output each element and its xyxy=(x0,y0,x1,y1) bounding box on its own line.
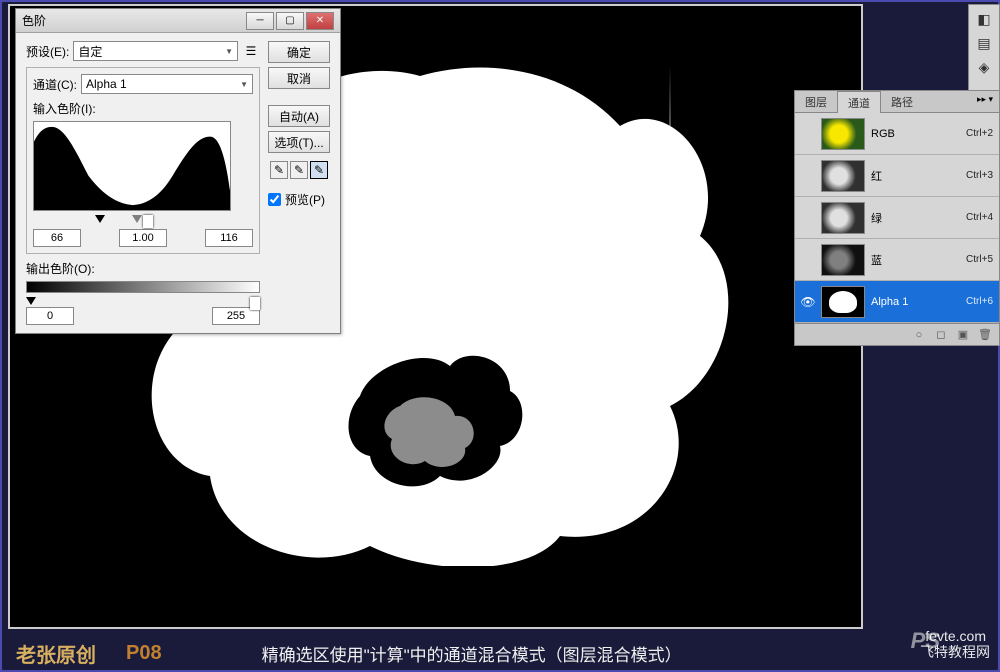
channel-name: 绿 xyxy=(871,210,960,226)
caption-description: 精确选区使用"计算"中的通道混合模式（图层混合模式） xyxy=(262,641,682,666)
channel-label: 通道(C): xyxy=(33,76,77,93)
right-dock-rail: ◧ ▤ ◈ xyxy=(968,4,1000,94)
save-selection-icon[interactable]: ◻ xyxy=(933,327,949,343)
caption-bar: 老张原创 P08 精确选区使用"计算"中的通道混合模式（图层混合模式） xyxy=(0,634,1000,672)
channels-panel: 图层 通道 路径 ▸▸ ▾ RGB Ctrl+2 红 Ctrl+3 绿 Ctrl… xyxy=(794,90,1000,346)
tab-layers[interactable]: 图层 xyxy=(795,91,837,112)
channel-dropdown[interactable]: Alpha 1 xyxy=(81,74,253,94)
input-white-field[interactable]: 116 xyxy=(205,229,253,247)
channel-shortcut: Ctrl+4 xyxy=(966,212,993,223)
history-icon[interactable]: ◧ xyxy=(974,9,994,29)
input-levels-group: 通道(C): Alpha 1 输入色阶(I): 66 1.00 xyxy=(26,67,260,254)
tab-channels[interactable]: 通道 xyxy=(837,91,881,113)
eyedropper-black-icon[interactable]: ✎ xyxy=(270,161,288,179)
preset-dropdown[interactable]: 自定 xyxy=(73,41,238,61)
panel-footer: ○ ◻ ▣ 🗑 xyxy=(795,323,999,345)
output-white-handle[interactable] xyxy=(250,297,260,310)
white-point-handle[interactable] xyxy=(143,215,153,228)
output-gradient[interactable] xyxy=(26,281,260,293)
input-gamma-field[interactable]: 1.00 xyxy=(119,229,167,247)
caption-page-number: P08 xyxy=(126,642,162,665)
caption-author: 老张原创 xyxy=(16,639,96,668)
dialog-left-column: 预设(E): 自定 ☰ 通道(C): Alpha 1 输入色阶(I): xyxy=(26,41,260,325)
close-button[interactable]: ✕ xyxy=(306,12,334,30)
ok-button[interactable]: 确定 xyxy=(268,41,330,63)
channel-name: Alpha 1 xyxy=(871,296,960,308)
channel-thumbnail xyxy=(821,244,865,276)
channel-shortcut: Ctrl+2 xyxy=(966,128,993,139)
visibility-toggle[interactable]: 👁 xyxy=(801,295,815,309)
channel-thumbnail xyxy=(821,286,865,318)
preview-checkbox-input[interactable] xyxy=(268,193,281,206)
dialog-titlebar[interactable]: 色阶 ─ ▢ ✕ xyxy=(16,9,340,33)
histogram[interactable] xyxy=(33,121,231,211)
dialog-title: 色阶 xyxy=(22,12,244,29)
delete-channel-icon[interactable]: 🗑 xyxy=(977,327,993,343)
tab-paths[interactable]: 路径 xyxy=(881,91,923,112)
channel-row-rgb[interactable]: RGB Ctrl+2 xyxy=(795,113,999,155)
channel-name: 红 xyxy=(871,168,960,184)
channel-thumbnail xyxy=(821,160,865,192)
eyedropper-gray-icon[interactable]: ✎ xyxy=(290,161,308,179)
preview-checkbox[interactable]: 预览(P) xyxy=(268,191,330,208)
preset-menu-icon[interactable]: ☰ xyxy=(242,42,260,60)
channel-shortcut: Ctrl+5 xyxy=(966,254,993,265)
channel-row-blue[interactable]: 蓝 Ctrl+5 xyxy=(795,239,999,281)
input-levels-label: 输入色阶(I): xyxy=(33,100,253,117)
panel-tab-bar: 图层 通道 路径 ▸▸ ▾ xyxy=(795,91,999,113)
channel-shortcut: Ctrl+6 xyxy=(966,296,993,307)
channel-thumbnail xyxy=(821,202,865,234)
channel-row-green[interactable]: 绿 Ctrl+4 xyxy=(795,197,999,239)
dialog-body: 预设(E): 自定 ☰ 通道(C): Alpha 1 输入色阶(I): xyxy=(16,33,340,333)
watermark-site: 飞特教程网 xyxy=(920,642,990,662)
options-button[interactable]: 选项(T)... xyxy=(268,131,330,153)
channel-thumbnail xyxy=(821,118,865,150)
preset-label: 预设(E): xyxy=(26,43,69,60)
channel-row-red[interactable]: 红 Ctrl+3 xyxy=(795,155,999,197)
load-selection-icon[interactable]: ○ xyxy=(911,327,927,343)
input-black-field[interactable]: 66 xyxy=(33,229,81,247)
input-slider[interactable] xyxy=(33,215,253,227)
channel-name: 蓝 xyxy=(871,252,960,268)
cancel-button[interactable]: 取消 xyxy=(268,67,330,89)
eyedropper-group: ✎ ✎ ✎ xyxy=(268,161,330,179)
dialog-right-column: 确定 取消 自动(A) 选项(T)... ✎ ✎ ✎ 预览(P) xyxy=(268,41,330,325)
eyedropper-white-icon[interactable]: ✎ xyxy=(310,161,328,179)
channel-list: RGB Ctrl+2 红 Ctrl+3 绿 Ctrl+4 蓝 Ctrl+5 👁 … xyxy=(795,113,999,323)
panel-menu-icon[interactable]: ▸▸ ▾ xyxy=(971,91,999,112)
new-channel-icon[interactable]: ▣ xyxy=(955,327,971,343)
channel-row-alpha1[interactable]: 👁 Alpha 1 Ctrl+6 xyxy=(795,281,999,323)
output-slider[interactable] xyxy=(26,297,260,307)
output-black-handle[interactable] xyxy=(26,297,36,310)
auto-button[interactable]: 自动(A) xyxy=(268,105,330,127)
gamma-handle[interactable] xyxy=(132,215,142,228)
output-levels-label: 输出色阶(O): xyxy=(26,260,260,277)
properties-icon[interactable]: ◈ xyxy=(974,57,994,77)
maximize-button[interactable]: ▢ xyxy=(276,12,304,30)
minimize-button[interactable]: ─ xyxy=(246,12,274,30)
levels-dialog: 色阶 ─ ▢ ✕ 预设(E): 自定 ☰ 通道(C): Alpha 1 输入色阶… xyxy=(15,8,341,334)
black-point-handle[interactable] xyxy=(95,215,105,228)
actions-icon[interactable]: ▤ xyxy=(974,33,994,53)
channel-shortcut: Ctrl+3 xyxy=(966,170,993,181)
channel-name: RGB xyxy=(871,128,960,140)
